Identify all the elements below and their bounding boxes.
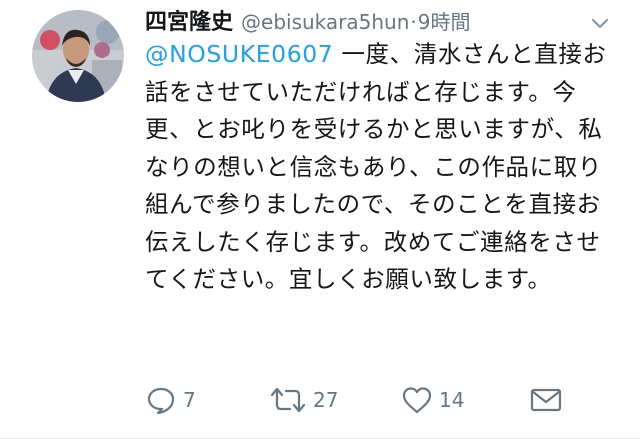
tweet-text: @NOSUKE0607 一度、清水さんと直接お話をさせていただければと存じます。…	[145, 36, 615, 299]
tweet-body: 一度、清水さんと直接お話をさせていただければと存じます。今更、とお叱りを受けるか…	[145, 40, 607, 293]
mention-link[interactable]: @NOSUKE0607	[145, 40, 333, 68]
retweet-icon	[270, 387, 306, 413]
tweet-card[interactable]: 四宮隆史 @ebisukara5hun · 9時間 @NOSUKE0607 一度…	[0, 0, 640, 439]
author-name[interactable]: 四宮隆史	[145, 4, 233, 36]
reply-icon	[147, 387, 175, 415]
retweet-count: 27	[313, 388, 339, 412]
like-button[interactable]: 14	[401, 380, 464, 420]
tweet-header: 四宮隆史 @ebisukara5hun · 9時間	[145, 4, 470, 38]
header-separator: ·	[410, 10, 417, 34]
reply-count: 7	[183, 388, 196, 412]
like-count: 14	[439, 388, 465, 412]
heart-icon	[402, 387, 432, 414]
tweet-menu-button[interactable]	[586, 14, 614, 34]
author-handle[interactable]: @ebisukara5hun	[241, 10, 409, 34]
avatar[interactable]	[32, 10, 124, 102]
avatar-photo	[32, 10, 124, 102]
retweet-button[interactable]: 27	[269, 380, 338, 420]
reply-button[interactable]: 7	[145, 380, 196, 420]
direct-message-button[interactable]	[529, 380, 563, 420]
chevron-down-icon	[591, 18, 609, 29]
envelope-icon	[530, 388, 562, 412]
tweet-actions: 7 27 14	[145, 380, 615, 420]
tweet-timestamp[interactable]: 9時間	[418, 6, 471, 35]
